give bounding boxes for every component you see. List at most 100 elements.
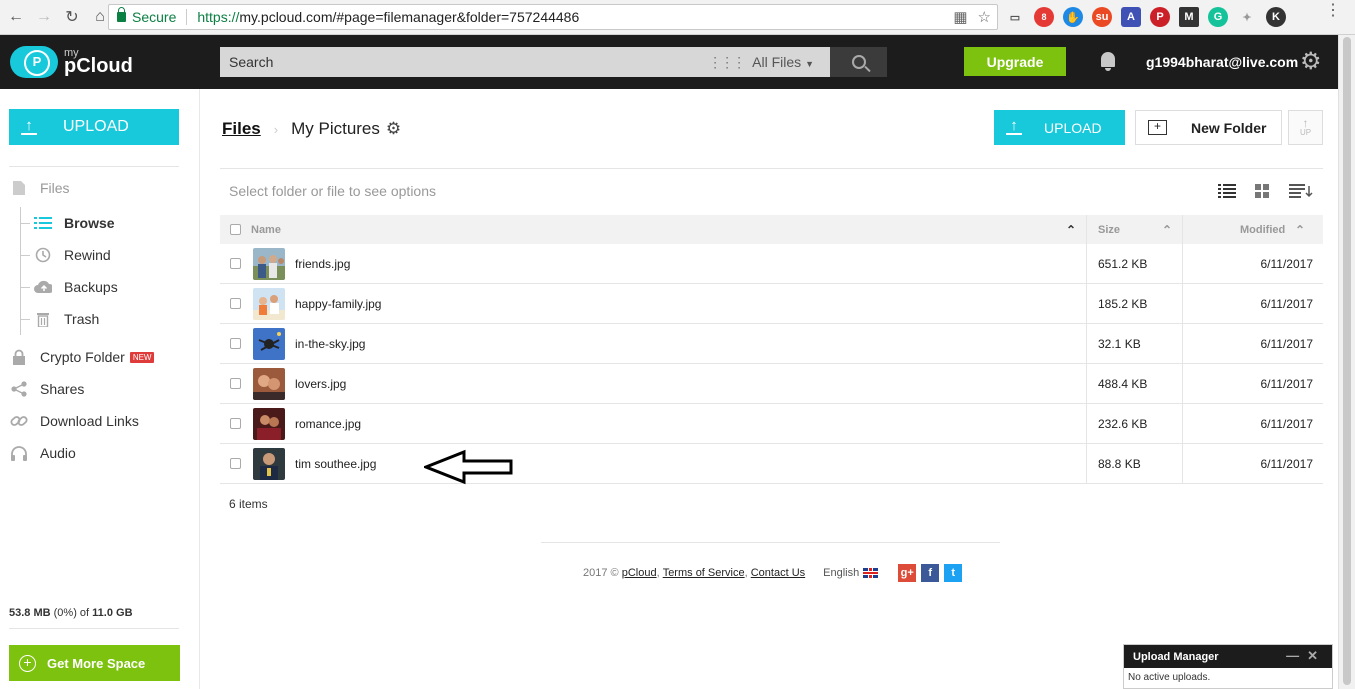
terms-link[interactable]: Terms of Service bbox=[663, 567, 745, 579]
sort-up-icon[interactable]: ⌃ bbox=[1162, 223, 1172, 237]
sidebar-item-download-links[interactable]: Download Links bbox=[10, 413, 139, 429]
sidebar-item-trash[interactable]: Trash bbox=[34, 311, 99, 327]
row-checkbox[interactable] bbox=[230, 338, 241, 349]
selection-hint: Select folder or file to see options bbox=[229, 183, 437, 199]
stumbleupon-icon[interactable]: su bbox=[1092, 7, 1112, 27]
bookmark-star-icon[interactable]: ☆ bbox=[978, 8, 991, 26]
settings-gear-icon[interactable]: ⚙ bbox=[1300, 50, 1322, 74]
profile-avatar-icon[interactable]: K bbox=[1266, 7, 1286, 27]
row-checkbox[interactable] bbox=[230, 458, 241, 469]
file-modified: 6/11/2017 bbox=[1260, 376, 1314, 391]
file-name[interactable]: tim southee.jpg bbox=[295, 457, 376, 471]
language-selector[interactable]: English bbox=[823, 567, 859, 579]
url-scheme: https:// bbox=[197, 9, 240, 25]
translate-icon[interactable]: A bbox=[1121, 7, 1141, 27]
column-divider bbox=[1182, 324, 1183, 363]
sidebar-item-shares[interactable]: Shares bbox=[10, 381, 84, 397]
extension-badge-icon[interactable]: 8 bbox=[1034, 7, 1054, 27]
row-checkbox[interactable] bbox=[230, 378, 241, 389]
search-input[interactable]: Search ⋮⋮⋮ All Files ▼ bbox=[220, 47, 830, 77]
new-folder-button[interactable]: + New Folder bbox=[1135, 110, 1282, 145]
pcloud-logo[interactable]: my pCloud bbox=[10, 46, 133, 78]
sort-up-icon[interactable]: ⌃ bbox=[1295, 223, 1305, 237]
upload-icon: ↑ bbox=[21, 118, 37, 135]
close-icon[interactable]: ✕ bbox=[1307, 648, 1326, 663]
table-row[interactable]: in-the-sky.jpg 32.1 KB 6/11/2017 bbox=[220, 324, 1323, 364]
file-name[interactable]: romance.jpg bbox=[295, 417, 361, 431]
minimize-icon[interactable]: — bbox=[1286, 648, 1307, 663]
table-header: Name ⌃ Size ⌃ Modified ⌃ bbox=[220, 215, 1323, 244]
bell-icon[interactable] bbox=[1099, 52, 1117, 72]
sidebar-item-files[interactable]: Files bbox=[10, 180, 70, 196]
up-folder-button[interactable]: ↑ UP bbox=[1288, 110, 1323, 145]
file-table: Name ⌃ Size ⌃ Modified ⌃ friends.jpg 651… bbox=[220, 215, 1323, 484]
folder-settings-gear-icon[interactable]: ⚙ bbox=[386, 119, 401, 139]
row-checkbox[interactable] bbox=[230, 258, 241, 269]
sidebar-item-crypto-folder[interactable]: Crypto Folder NEW bbox=[10, 349, 155, 365]
divider bbox=[541, 542, 1000, 543]
sidebar-item-rewind[interactable]: Rewind bbox=[34, 247, 111, 263]
upload-button[interactable]: ↑ UPLOAD bbox=[994, 110, 1125, 145]
file-modified: 6/11/2017 bbox=[1260, 336, 1314, 351]
arrow-up-icon: ↑ bbox=[1302, 116, 1309, 130]
browser-menu-icon[interactable]: ⋮ bbox=[1325, 3, 1341, 19]
tree-line bbox=[20, 207, 21, 335]
breadcrumb-current-folder: My Pictures bbox=[291, 119, 380, 138]
new-badge: NEW bbox=[129, 351, 155, 363]
sidebar-item-browse[interactable]: Browse bbox=[34, 215, 115, 231]
gmail-icon[interactable]: M bbox=[1179, 7, 1199, 27]
grid-view-icon[interactable] bbox=[1255, 184, 1269, 203]
file-name[interactable]: friends.jpg bbox=[295, 257, 350, 271]
column-header-modified[interactable]: Modified bbox=[1240, 224, 1285, 236]
secure-indicator[interactable]: Secure bbox=[109, 7, 176, 25]
table-row[interactable]: happy-family.jpg 185.2 KB 6/11/2017 bbox=[220, 284, 1323, 324]
select-all-checkbox[interactable] bbox=[230, 224, 241, 235]
file-name[interactable]: happy-family.jpg bbox=[295, 297, 381, 311]
row-checkbox[interactable] bbox=[230, 298, 241, 309]
lock-icon bbox=[10, 349, 28, 365]
table-row[interactable]: romance.jpg 232.6 KB 6/11/2017 bbox=[220, 404, 1323, 444]
twitter-icon[interactable]: t bbox=[944, 564, 963, 582]
column-divider bbox=[1086, 244, 1087, 283]
sidebar-item-backups[interactable]: Backups bbox=[34, 279, 118, 295]
sort-icon[interactable] bbox=[1289, 184, 1313, 203]
page-scrollbar[interactable] bbox=[1338, 35, 1355, 689]
column-header-size[interactable]: Size bbox=[1098, 224, 1120, 236]
facebook-icon[interactable]: f bbox=[921, 564, 940, 582]
search-button[interactable] bbox=[830, 47, 887, 77]
pinterest-icon[interactable]: P bbox=[1150, 7, 1170, 27]
breadcrumb-files[interactable]: Files bbox=[222, 119, 261, 139]
hand-extension-icon[interactable]: ✋ bbox=[1063, 7, 1083, 27]
scrollbar-thumb[interactable] bbox=[1343, 37, 1351, 685]
row-checkbox[interactable] bbox=[230, 418, 241, 429]
contact-link[interactable]: Contact Us bbox=[751, 567, 805, 579]
logo-wordmark: my pCloud bbox=[64, 46, 133, 77]
column-divider bbox=[1086, 404, 1087, 443]
address-bar[interactable]: Secure https://my.pcloud.com/#page=filem… bbox=[108, 4, 998, 30]
upgrade-button[interactable]: Upgrade bbox=[964, 47, 1066, 76]
column-header-name[interactable]: Name bbox=[251, 224, 281, 236]
reload-icon[interactable]: ↻ bbox=[60, 5, 84, 29]
sidebar-item-audio[interactable]: Audio bbox=[10, 445, 76, 461]
breadcrumb: Files › My Pictures ⚙ bbox=[222, 119, 401, 139]
new-folder-icon: + bbox=[1148, 120, 1167, 135]
google-plus-icon[interactable]: g+ bbox=[898, 564, 917, 582]
get-more-space-button[interactable]: + Get More Space bbox=[9, 645, 180, 681]
file-name[interactable]: in-the-sky.jpg bbox=[295, 337, 365, 351]
forward-icon[interactable]: → bbox=[32, 5, 56, 29]
sidebar-upload-button[interactable]: ↑ UPLOAD bbox=[9, 109, 179, 145]
user-email[interactable]: g1994bharat@live.com bbox=[1146, 54, 1298, 70]
table-row[interactable]: friends.jpg 651.2 KB 6/11/2017 bbox=[220, 244, 1323, 284]
pcloud-link[interactable]: pCloud bbox=[622, 567, 657, 579]
sort-up-icon[interactable]: ⌃ bbox=[1066, 223, 1076, 237]
list-view-icon[interactable] bbox=[1218, 184, 1236, 203]
cast-icon[interactable]: ▭ bbox=[1005, 7, 1025, 27]
table-row[interactable]: tim southee.jpg 88.8 KB 6/11/2017 bbox=[220, 444, 1323, 484]
table-row[interactable]: lovers.jpg 488.4 KB 6/11/2017 bbox=[220, 364, 1323, 404]
file-name[interactable]: lovers.jpg bbox=[295, 377, 346, 391]
grammarly-icon[interactable]: G bbox=[1208, 7, 1228, 27]
popup-blocked-icon[interactable]: ▦ bbox=[953, 8, 967, 26]
plant-extension-icon[interactable]: ✦ bbox=[1237, 7, 1257, 27]
back-icon[interactable]: ← bbox=[4, 5, 28, 29]
search-scope-select[interactable]: All Files ▼ bbox=[752, 54, 814, 70]
